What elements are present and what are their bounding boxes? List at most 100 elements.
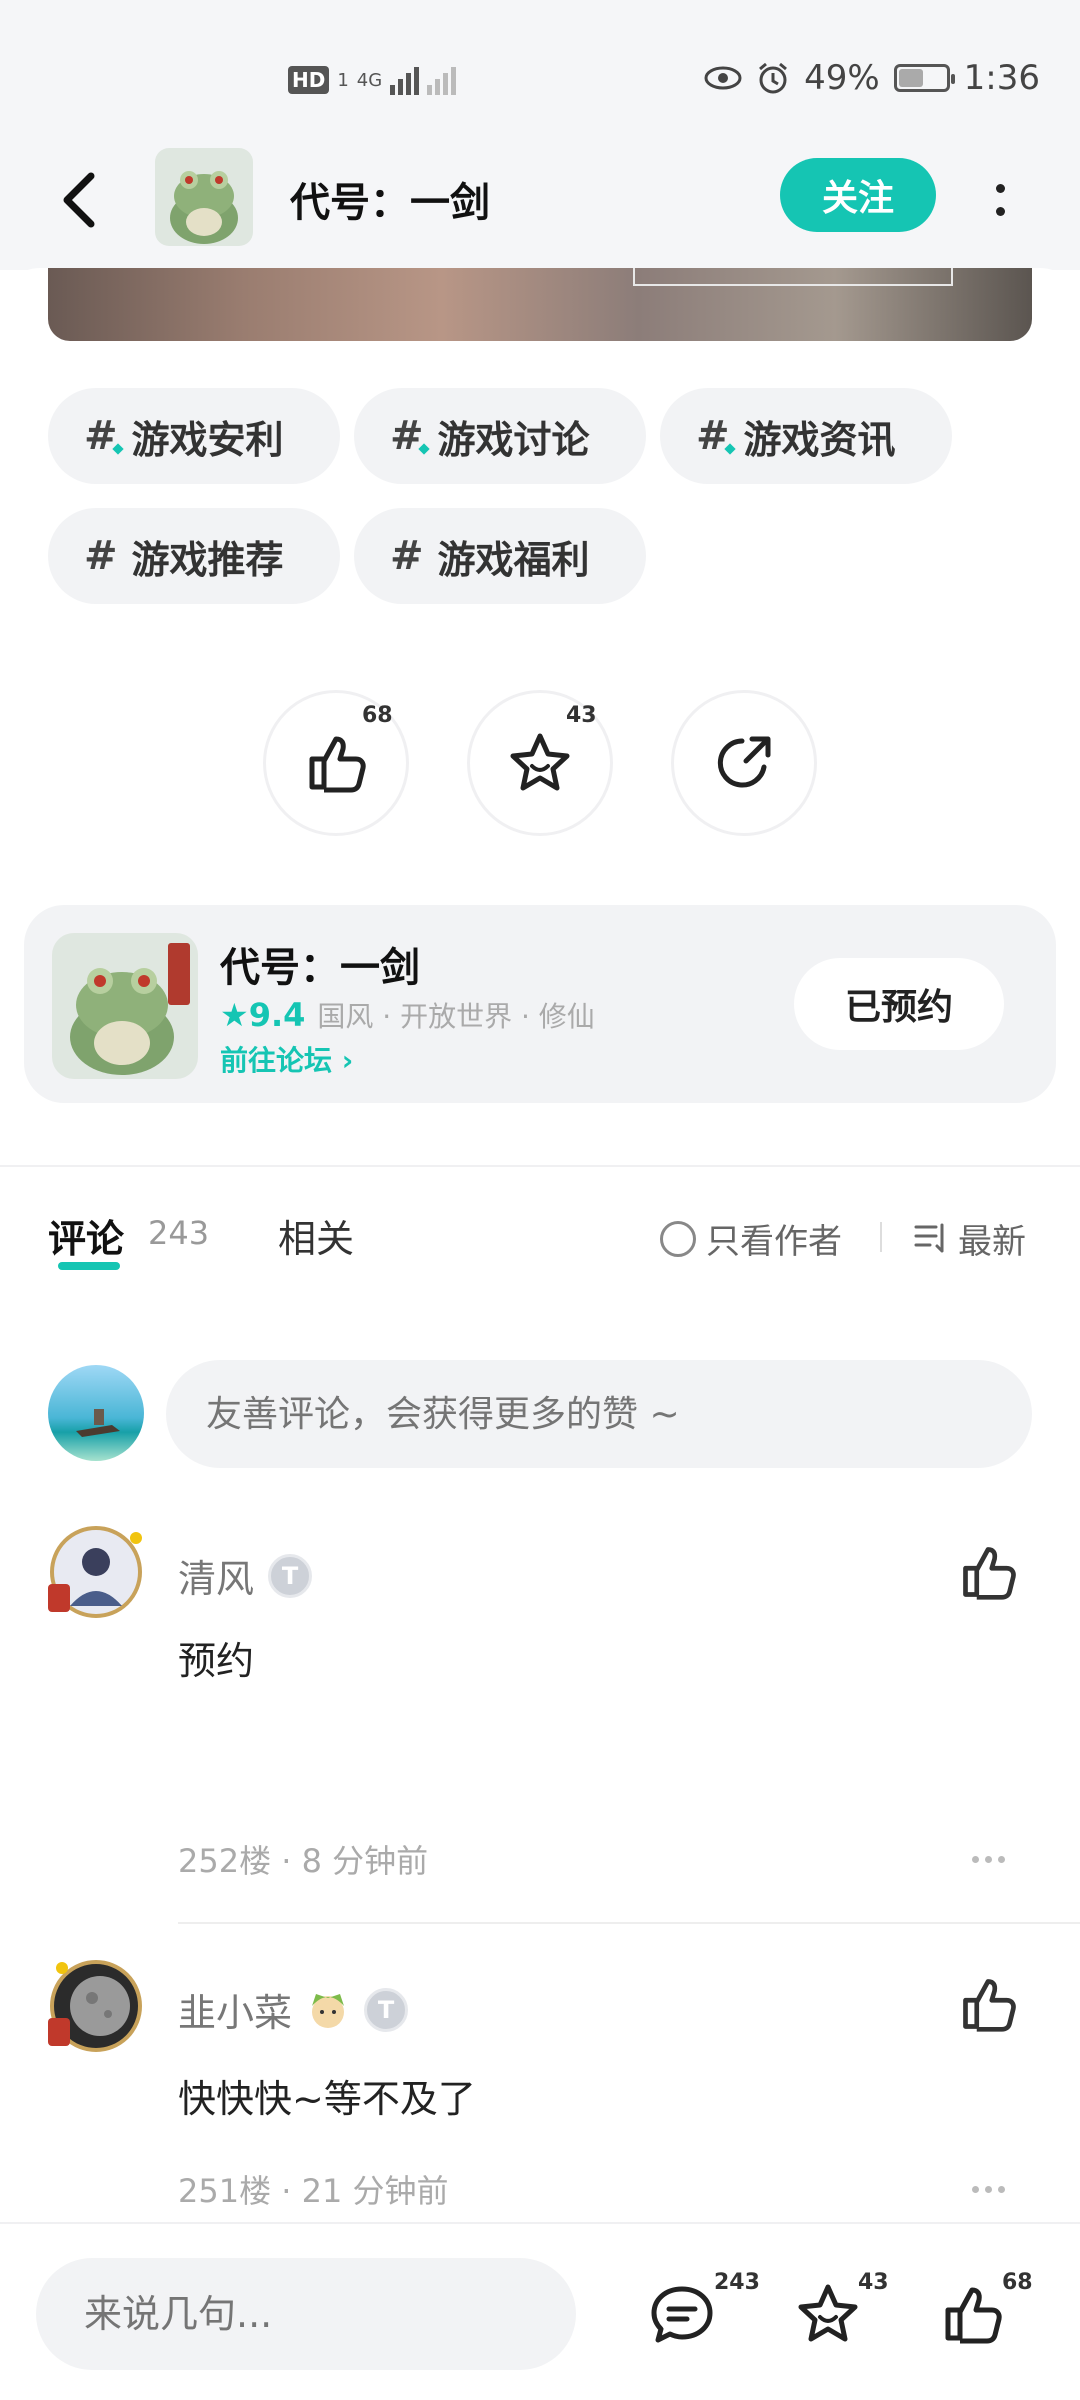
comment-meta: 252楼 · 8 分钟前 <box>178 1836 428 1882</box>
tag-chip[interactable]: # 游戏安利 <box>48 388 340 484</box>
comment-like-button[interactable] <box>958 1542 1018 1606</box>
tag-label: 游戏讨论 <box>437 417 590 462</box>
tag-chip[interactable]: # 游戏讨论 <box>354 388 646 484</box>
author-only-toggle[interactable]: 只看作者 <box>660 1214 842 1263</box>
sort-toggle[interactable]: 最新 <box>914 1214 1026 1263</box>
battery-icon <box>893 64 955 92</box>
comment-floor: 251楼 <box>178 2172 272 2210</box>
top-nav: 代号：一剑 关注 <box>0 140 1080 270</box>
post-actions: 68 43 <box>263 690 823 836</box>
comment-text: 快快快~等不及了 <box>178 2077 476 2121</box>
game-genres: 国风 · 开放世界 · 修仙 <box>317 1000 595 1033</box>
bottom-action-bar: 243 43 68 <box>0 2222 1080 2400</box>
comment-text: 预约 <box>178 1639 255 1683</box>
user-avatar[interactable] <box>40 1520 148 1628</box>
avatar-frame-icon <box>48 1526 142 1618</box>
comment-more-icon[interactable] <box>972 1856 1005 1863</box>
star-filled-icon: ★ <box>220 996 249 1034</box>
comment-username-row: 清风 T <box>178 1548 313 1603</box>
comment-more-icon[interactable] <box>972 2186 1005 2193</box>
comment-time: 21 分钟前 <box>301 2172 449 2210</box>
thumbs-up-icon <box>945 2287 1002 2344</box>
rating-value: 9.4 <box>248 996 306 1034</box>
frog-logo-icon <box>155 148 253 246</box>
my-avatar[interactable] <box>48 1365 144 1461</box>
bottom-favorite-button[interactable] <box>788 2274 868 2354</box>
reserved-button[interactable]: 已预约 <box>794 958 1004 1050</box>
favorite-count: 43 <box>566 703 597 728</box>
network-indicators: HD 1 4G <box>288 60 457 100</box>
forum-link-label: 前往论坛 <box>220 1044 333 1077</box>
banner-frame <box>633 268 953 286</box>
game-avatar[interactable] <box>155 148 253 246</box>
comment-floor: 252楼 <box>178 1842 272 1880</box>
share-button[interactable] <box>671 690 817 836</box>
comments-count: 243 <box>148 1214 210 1252</box>
tab-active-indicator <box>58 1262 120 1270</box>
signal-icon <box>390 65 420 95</box>
share-icon <box>717 736 771 788</box>
comment-bubble-icon <box>651 2286 713 2343</box>
more-options-icon[interactable] <box>985 175 1015 225</box>
star-icon <box>798 2284 858 2342</box>
back-button[interactable] <box>55 168 105 232</box>
hashtag-icon: # <box>84 533 118 579</box>
hashtag-icon: # <box>696 413 730 459</box>
comments-button[interactable] <box>642 2274 722 2354</box>
tag-chip[interactable]: # 游戏推荐 <box>48 508 340 604</box>
comment-meta: 251楼 · 21 分钟前 <box>178 2166 449 2212</box>
tag-label: 游戏资讯 <box>743 417 896 462</box>
sim-slot: 1 <box>337 69 349 91</box>
chevron-right-icon: › <box>341 1044 354 1077</box>
follow-button[interactable]: 关注 <box>780 158 936 232</box>
hd-badge: HD <box>288 66 330 94</box>
battery-percent: 49% <box>804 58 880 98</box>
comment-like-button[interactable] <box>958 1974 1018 2038</box>
forum-link[interactable]: 前往论坛 › <box>220 1039 353 1079</box>
comment-username[interactable]: 韭小菜 <box>178 1982 292 2037</box>
user-avatar[interactable] <box>40 1954 148 2062</box>
comment-time: 8 分钟前 <box>301 1842 429 1880</box>
like-button[interactable]: 68 <box>263 690 409 836</box>
bottom-like-button[interactable] <box>932 2274 1012 2354</box>
tab-related[interactable]: 相关 <box>278 1208 354 1263</box>
tag-label: 游戏安利 <box>131 417 284 462</box>
sort-label: 最新 <box>958 1222 1026 1262</box>
meta-separator: · <box>281 1842 302 1880</box>
boat-photo-icon <box>76 1409 120 1437</box>
sort-icon <box>914 1223 944 1252</box>
user-level-badge-icon: T <box>364 1987 409 2032</box>
comment-tabs: 评论 243 相关 只看作者 最新 <box>48 1208 1032 1278</box>
comment-input-row <box>48 1360 1032 1468</box>
radio-circle-icon <box>660 1220 696 1257</box>
like-count: 68 <box>362 703 393 728</box>
filter-separator <box>880 1222 882 1252</box>
post-image-banner[interactable] <box>48 268 1032 341</box>
tag-label: 游戏福利 <box>437 537 590 582</box>
quick-comment-input[interactable] <box>36 2258 576 2370</box>
author-only-label: 只看作者 <box>706 1222 842 1262</box>
signal-secondary-icon <box>427 65 457 95</box>
avatar-frame-icon <box>48 1960 142 2052</box>
thumbs-up-icon <box>963 1547 1016 1600</box>
chevron-left-icon <box>63 172 95 228</box>
thumbs-up-icon <box>963 1979 1016 2032</box>
game-meta: ★9.4 国风 · 开放世界 · 修仙 <box>220 995 595 1035</box>
network-type: 4G <box>356 69 383 91</box>
game-card[interactable]: 代号：一剑 ★9.4 国风 · 开放世界 · 修仙 前往论坛 › 已预约 <box>24 905 1056 1103</box>
comment-username[interactable]: 清风 <box>178 1548 254 1603</box>
tag-chip[interactable]: # 游戏资讯 <box>660 388 952 484</box>
frog-logo-icon <box>52 933 198 1079</box>
bottom-comment-count: 243 <box>714 2270 760 2295</box>
tag-chip[interactable]: # 游戏福利 <box>354 508 646 604</box>
bottom-favorite-count: 43 <box>858 2270 889 2295</box>
comment-username-row: 韭小菜 T <box>178 1982 409 2037</box>
comment-input[interactable] <box>166 1360 1032 1468</box>
game-icon[interactable] <box>52 933 198 1079</box>
status-right: 49% 1:36 <box>704 56 1040 100</box>
alarm-icon <box>759 62 788 94</box>
tab-comments[interactable]: 评论 <box>48 1208 124 1263</box>
character-badge-icon <box>312 1993 345 2028</box>
star-icon <box>510 733 570 791</box>
favorite-button[interactable]: 43 <box>467 690 613 836</box>
